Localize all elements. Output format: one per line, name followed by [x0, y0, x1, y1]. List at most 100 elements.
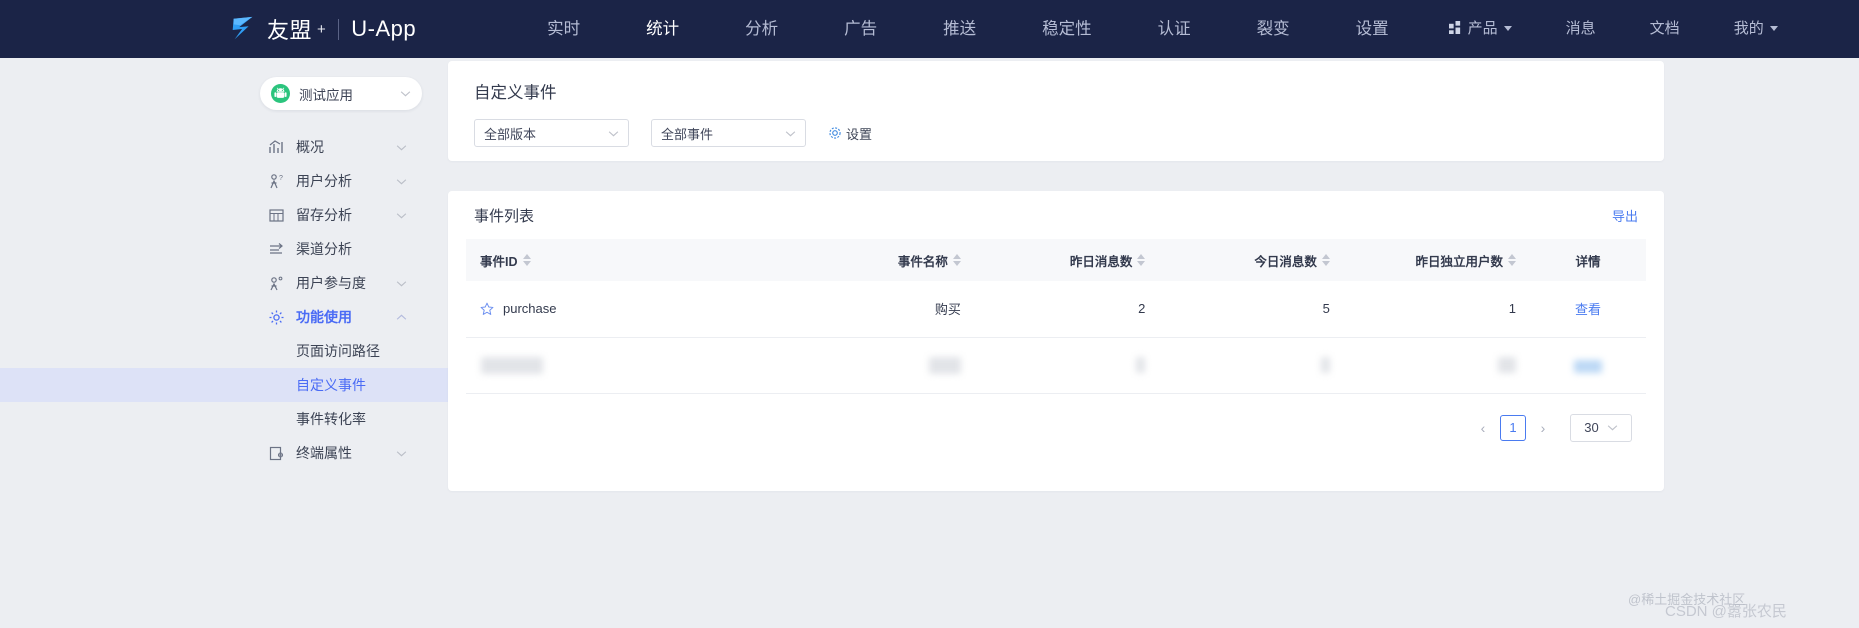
sidebar-item-user-engagement[interactable]: 用户参与度	[0, 266, 448, 300]
nav-item-mine[interactable]: 我的	[1729, 0, 1783, 58]
device-icon	[268, 445, 285, 462]
nav-item-stability[interactable]: 稳定性	[1037, 0, 1097, 58]
sidebar-label-device-attributes: 终端属性	[296, 445, 352, 461]
app-selector[interactable]: 测试应用	[260, 77, 422, 110]
nav-item-statistics[interactable]: 统计	[641, 0, 684, 58]
nav-products-label: 产品	[1467, 20, 1498, 37]
brand-product: U-App	[351, 16, 417, 41]
sidebar: 测试应用 概况 ? 用户分析 留存分析 渠道分析 用户参与度 功能使用 页面访问…	[0, 58, 448, 628]
channel-icon	[268, 241, 285, 258]
event-select-value: 全部事件	[661, 126, 714, 142]
sort-icon[interactable]	[1321, 254, 1330, 266]
pagination-page-1[interactable]: 1	[1500, 414, 1526, 441]
nav-item-products[interactable]: 产品	[1444, 0, 1517, 58]
star-outline-icon[interactable]	[480, 302, 494, 316]
cell-yesterday-unique-users	[1344, 337, 1530, 393]
event-list-title: 事件列表	[474, 207, 535, 225]
column-label-today-messages: 今日消息数	[1254, 254, 1317, 269]
nav-right-items: 产品 消息 文档 我的	[1422, 0, 1805, 58]
chevron-up-icon	[396, 314, 407, 320]
cell-yesterday-messages	[975, 337, 1160, 393]
nav-item-docs[interactable]: 文档	[1645, 0, 1685, 58]
event-table-head: 事件ID 事件名称 昨日消息数 今日消息数 昨日独立用户数 详情	[466, 239, 1646, 281]
gear-icon	[829, 127, 841, 139]
cell-event-id	[466, 337, 782, 393]
sidebar-item-channel-analysis[interactable]: 渠道分析	[0, 232, 448, 266]
brand-plus: +	[317, 20, 327, 38]
table-header-row: 事件ID 事件名称 昨日消息数 今日消息数 昨日独立用户数 详情	[466, 239, 1646, 281]
sidebar-item-feature-usage[interactable]: 功能使用	[0, 300, 448, 334]
column-today-messages[interactable]: 今日消息数	[1159, 239, 1344, 281]
sidebar-subitem-event-conversion[interactable]: 事件转化率	[0, 402, 448, 436]
column-label-yesterday-messages: 昨日消息数	[1069, 254, 1133, 269]
sidebar-subitem-custom-events[interactable]: 自定义事件	[0, 368, 448, 402]
sidebar-subitem-page-path[interactable]: 页面访问路径	[0, 334, 448, 368]
table-row[interactable]	[466, 337, 1646, 393]
sidebar-item-retention-analysis[interactable]: 留存分析	[0, 198, 448, 232]
sort-icon[interactable]	[1137, 254, 1146, 266]
nav-item-fission[interactable]: 裂变	[1252, 0, 1295, 58]
app-selector-label: 测试应用	[299, 87, 353, 103]
watermark-primary: @稀土掘金技术社区	[1628, 592, 1746, 607]
brand-name: 友盟	[267, 18, 313, 43]
column-yesterday-unique-users[interactable]: 昨日独立用户数	[1344, 239, 1530, 281]
nav-item-auth[interactable]: 认证	[1153, 0, 1196, 58]
nav-item-ads[interactable]: 广告	[839, 0, 882, 58]
cell-yesterday-unique-users: 1	[1508, 301, 1517, 317]
top-navigation-bar: 友盟 + U-App 实时 统计 分析 广告 推送 稳定性 认证 裂变 设置 产…	[0, 0, 1859, 58]
column-event-name[interactable]: 事件名称	[782, 239, 975, 281]
nav-item-push[interactable]: 推送	[938, 0, 981, 58]
user-engage-icon	[268, 275, 285, 292]
nav-item-analysis[interactable]: 分析	[740, 0, 783, 58]
event-select[interactable]: 全部事件	[651, 119, 806, 147]
redacted-content	[1574, 359, 1602, 373]
nav-item-messages[interactable]: 消息	[1561, 0, 1601, 58]
trend-chart-icon	[268, 139, 285, 156]
sidebar-item-device-attributes[interactable]: 终端属性	[0, 436, 448, 470]
table-row[interactable]: purchase 购买 2 5 1 查看	[466, 281, 1646, 337]
user-question-icon: ?	[268, 173, 285, 190]
sort-icon[interactable]	[952, 254, 961, 266]
event-table: 事件ID 事件名称 昨日消息数 今日消息数 昨日独立用户数 详情 purchas…	[466, 239, 1646, 394]
umeng-logo-icon	[232, 16, 253, 40]
page-size-select[interactable]: 30	[1570, 413, 1632, 442]
sidebar-item-user-analysis[interactable]: ? 用户分析	[0, 164, 448, 198]
detail-view-link[interactable]: 查看	[1575, 302, 1601, 317]
settings-button[interactable]: 设置	[828, 124, 872, 143]
grid-icon	[1448, 21, 1460, 34]
redacted-content	[1498, 357, 1517, 374]
event-list-card: 事件列表 导出 事件ID 事件名称 昨日消息数 今日消息数 昨日独立用户数 详情…	[448, 191, 1664, 491]
sidebar-label-channel-analysis: 渠道分析	[296, 241, 352, 257]
chevron-down-icon	[785, 130, 796, 136]
cell-event-id: purchase	[466, 281, 782, 337]
nav-item-settings[interactable]: 设置	[1351, 0, 1394, 58]
sidebar-label-retention-analysis: 留存分析	[296, 207, 352, 223]
redacted-content	[481, 356, 543, 374]
chevron-down-icon	[396, 212, 407, 218]
cell-today-messages: 5	[1322, 301, 1330, 317]
version-select[interactable]: 全部版本	[474, 119, 629, 147]
pagination-next[interactable]: ›	[1532, 415, 1554, 441]
sidebar-menu: 概况 ? 用户分析 留存分析 渠道分析 用户参与度 功能使用 页面访问路径 自定…	[0, 130, 448, 470]
sidebar-item-overview[interactable]: 概况	[0, 130, 448, 164]
pagination-prev[interactable]: ‹	[1472, 415, 1494, 441]
cell-event-name: 购买	[934, 302, 961, 318]
chevron-down-icon	[396, 280, 407, 286]
cell-detail: 查看	[1530, 281, 1646, 337]
event-table-body: purchase 购买 2 5 1 查看	[466, 281, 1646, 393]
column-yesterday-messages[interactable]: 昨日消息数	[975, 239, 1160, 281]
export-button[interactable]: 导出	[1612, 206, 1638, 225]
sort-icon[interactable]	[1508, 254, 1517, 266]
brand-logo[interactable]: 友盟 + U-App	[228, 13, 416, 45]
sort-icon[interactable]	[522, 254, 531, 266]
column-event-id[interactable]: 事件ID	[466, 239, 782, 281]
nav-item-realtime[interactable]: 实时	[542, 0, 585, 58]
chevron-down-icon	[400, 91, 411, 97]
sidebar-label-user-analysis: 用户分析	[296, 173, 352, 189]
watermark-secondary: CSDN @嚣张农民	[1665, 603, 1787, 620]
sidebar-sublabel-custom-events: 自定义事件	[296, 377, 366, 393]
version-select-value: 全部版本	[484, 126, 537, 142]
column-label-event-id: 事件ID	[480, 254, 518, 269]
sidebar-label-feature-usage: 功能使用	[296, 309, 352, 325]
chevron-down-icon	[1769, 26, 1778, 31]
